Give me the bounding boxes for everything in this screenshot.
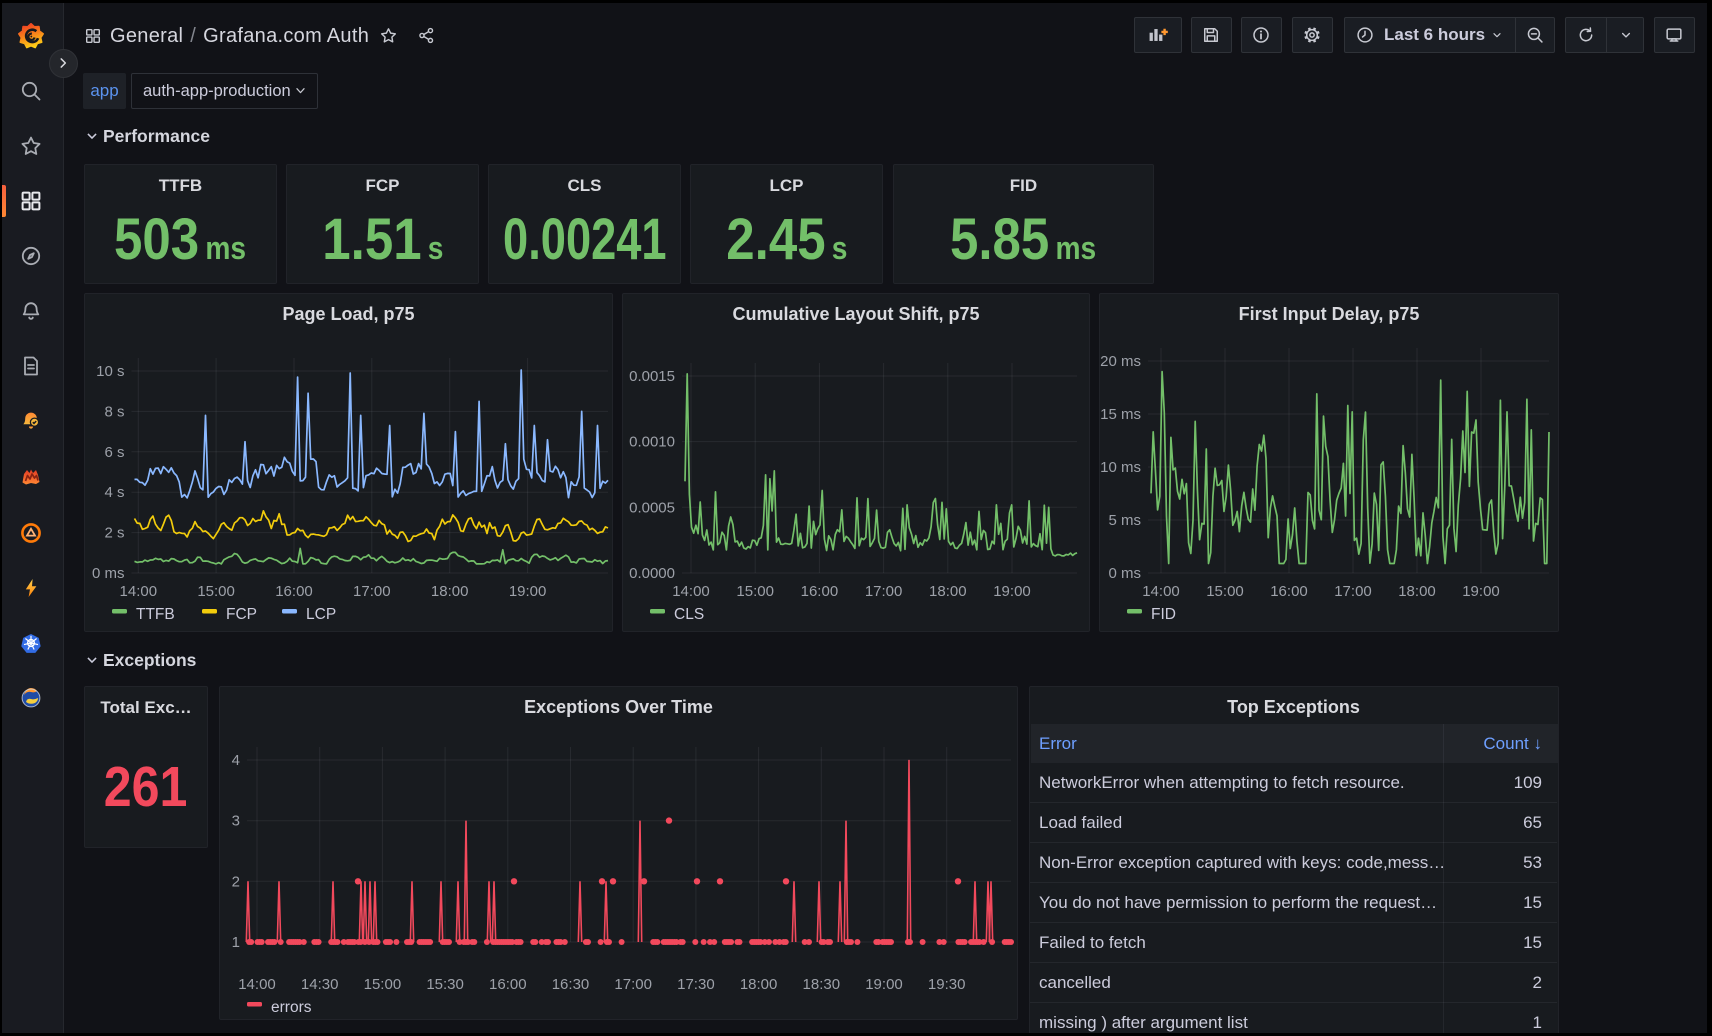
svg-text:14:00: 14:00 xyxy=(1142,583,1180,600)
svg-text:0.0015: 0.0015 xyxy=(629,368,675,385)
svg-text:4 s: 4 s xyxy=(104,484,124,501)
svg-text:19:00: 19:00 xyxy=(509,583,547,600)
svg-text:19:00: 19:00 xyxy=(1462,583,1500,600)
svg-text:errors: errors xyxy=(271,999,312,1016)
svg-text:18:30: 18:30 xyxy=(803,976,841,993)
svg-text:1: 1 xyxy=(232,934,240,951)
svg-text:10 ms: 10 ms xyxy=(1100,459,1141,476)
svg-text:14:00: 14:00 xyxy=(672,583,710,600)
svg-text:8 s: 8 s xyxy=(104,403,124,420)
svg-text:17:00: 17:00 xyxy=(1334,583,1372,600)
svg-text:17:00: 17:00 xyxy=(353,583,391,600)
svg-text:15:00: 15:00 xyxy=(1206,583,1244,600)
svg-text:16:00: 16:00 xyxy=(489,976,527,993)
svg-text:2 s: 2 s xyxy=(104,525,124,542)
svg-text:10 s: 10 s xyxy=(96,363,124,380)
svg-text:3: 3 xyxy=(232,813,240,830)
svg-text:0.0010: 0.0010 xyxy=(629,434,675,451)
svg-text:15:00: 15:00 xyxy=(197,583,235,600)
svg-text:17:00: 17:00 xyxy=(614,976,652,993)
svg-text:FCP: FCP xyxy=(226,606,257,623)
svg-text:15:30: 15:30 xyxy=(426,976,464,993)
svg-text:LCP: LCP xyxy=(306,606,336,623)
svg-text:14:00: 14:00 xyxy=(238,976,276,993)
svg-text:16:00: 16:00 xyxy=(801,583,839,600)
svg-text:0 ms: 0 ms xyxy=(1108,565,1141,582)
svg-text:18:00: 18:00 xyxy=(1398,583,1436,600)
svg-text:14:30: 14:30 xyxy=(301,976,339,993)
svg-text:15:00: 15:00 xyxy=(736,583,774,600)
svg-text:19:00: 19:00 xyxy=(865,976,903,993)
svg-text:16:00: 16:00 xyxy=(1270,583,1308,600)
svg-text:17:30: 17:30 xyxy=(677,976,715,993)
svg-text:18:00: 18:00 xyxy=(740,976,778,993)
svg-text:18:00: 18:00 xyxy=(929,583,967,600)
svg-text:2: 2 xyxy=(232,873,240,890)
svg-text:0.0000: 0.0000 xyxy=(629,565,675,582)
svg-text:19:00: 19:00 xyxy=(993,583,1031,600)
svg-text:16:30: 16:30 xyxy=(552,976,590,993)
svg-text:18:00: 18:00 xyxy=(431,583,469,600)
svg-text:FID: FID xyxy=(1151,606,1176,623)
svg-text:0 ms: 0 ms xyxy=(92,565,125,582)
svg-text:CLS: CLS xyxy=(674,606,704,623)
svg-text:15:00: 15:00 xyxy=(364,976,402,993)
svg-text:14:00: 14:00 xyxy=(120,583,158,600)
svg-text:19:30: 19:30 xyxy=(928,976,966,993)
svg-text:20 ms: 20 ms xyxy=(1100,353,1141,370)
svg-text:6 s: 6 s xyxy=(104,444,124,461)
svg-text:4: 4 xyxy=(232,752,240,769)
svg-text:TTFB: TTFB xyxy=(136,606,175,623)
svg-text:16:00: 16:00 xyxy=(275,583,313,600)
svg-text:0.0005: 0.0005 xyxy=(629,499,675,516)
svg-text:17:00: 17:00 xyxy=(865,583,903,600)
svg-text:15 ms: 15 ms xyxy=(1100,406,1141,423)
svg-text:5 ms: 5 ms xyxy=(1108,512,1141,529)
